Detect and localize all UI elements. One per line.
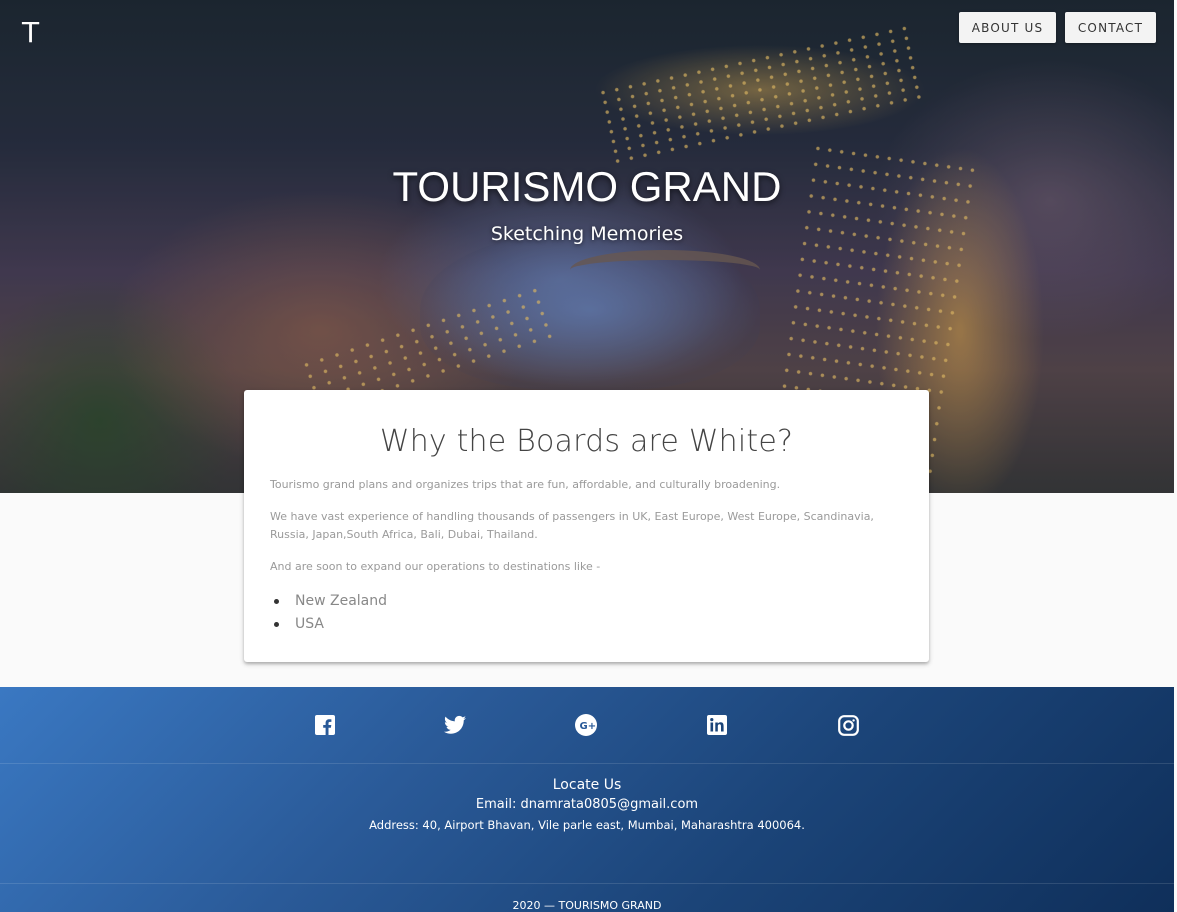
footer-divider [0, 763, 1174, 764]
copyright: 2020 — TOURISMO GRAND [512, 899, 662, 912]
contact-button[interactable]: CONTACT [1065, 12, 1156, 43]
card-paragraph: Tourismo grand plans and organizes trips… [270, 478, 781, 491]
google-plus-icon[interactable]: G+ [575, 714, 597, 736]
contact-email: Email: dnamrata0805@gmail.com [475, 797, 699, 812]
contact-address: Address: 40, Airport Bhavan, Vile parle … [369, 818, 805, 832]
card-title: Why the Boards are White? [379, 424, 794, 459]
list-item: New Zealand [270, 590, 903, 613]
info-card: Why the Boards are White? Tourismo grand… [244, 390, 929, 662]
social-links: G+ [0, 714, 1174, 738]
facebook-icon[interactable] [314, 714, 336, 736]
footer-divider [0, 883, 1174, 884]
list-item: USA [270, 613, 903, 636]
twitter-icon[interactable] [444, 714, 466, 736]
destination-list: New Zealand USA [270, 590, 903, 636]
about-us-button[interactable]: ABOUT US [959, 12, 1056, 43]
instagram-icon[interactable] [837, 714, 859, 736]
hero-subtitle: Sketching Memories [490, 223, 684, 245]
hero-title: TOURISMO GRAND [392, 163, 782, 210]
linkedin-icon[interactable] [706, 714, 728, 736]
card-paragraph: And are soon to expand our operations to… [270, 560, 601, 573]
svg-text:G+: G+ [580, 721, 597, 732]
card-paragraph: We have vast experience of handling thou… [270, 510, 874, 541]
site-logo[interactable]: T [22, 16, 39, 49]
footer: G+ Locate Us Email: dnamrata0805@gmail.c… [0, 687, 1174, 912]
locate-heading: Locate Us [552, 777, 622, 793]
